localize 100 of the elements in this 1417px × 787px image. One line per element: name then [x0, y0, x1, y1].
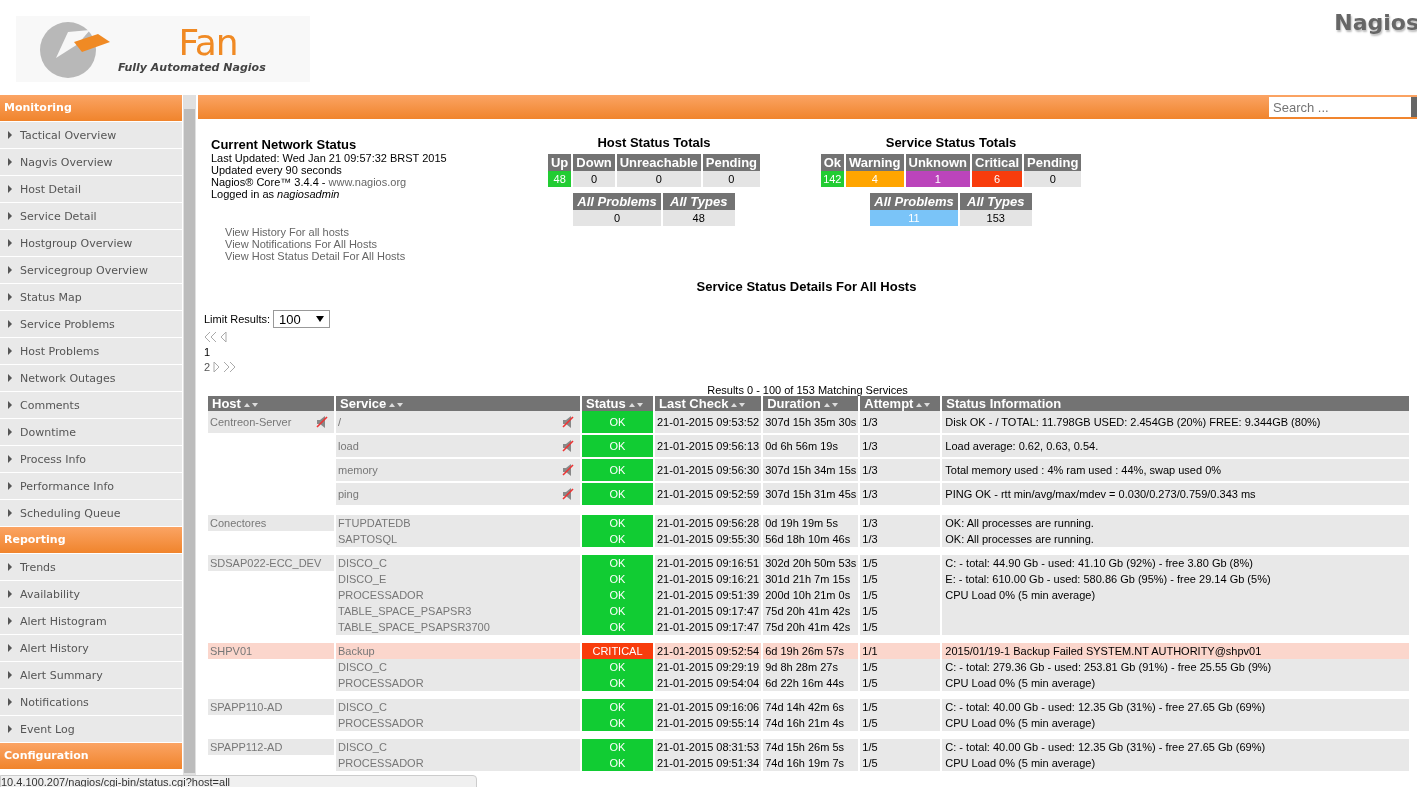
totals-count[interactable]: 153 [959, 210, 1032, 226]
sidebar-item[interactable]: Comments [0, 392, 182, 419]
sidebar-item[interactable]: Event Log [0, 716, 182, 743]
column-header[interactable]: Host [208, 396, 334, 411]
attempt-cell: 1/3 [860, 459, 941, 483]
search-field[interactable]: Search ... [1269, 97, 1417, 117]
totals-header[interactable]: All Types [662, 193, 735, 210]
sort-icon[interactable] [389, 402, 404, 408]
totals-header[interactable]: All Types [959, 193, 1032, 210]
status-info-text: CPU Load 0% (5 min average) [945, 757, 1096, 769]
sidebar-item[interactable]: Service Detail [0, 203, 182, 230]
totals-title: Host Status Totals [597, 135, 711, 150]
totals-count[interactable]: 48 [662, 210, 735, 226]
service-name[interactable]: DISCO_C [338, 741, 387, 753]
totals-header[interactable]: Ok [820, 154, 844, 171]
sidebar-item[interactable]: Tactical Overview [0, 122, 182, 149]
service-name[interactable]: Backup [338, 645, 375, 657]
sidebar-item[interactable]: Downtime [0, 419, 182, 446]
first-page-icon[interactable] [204, 331, 218, 343]
service-name[interactable]: DISCO_E [338, 573, 387, 585]
attempt-cell: 1/3 [860, 515, 941, 531]
sidebar-item[interactable]: Status Map [0, 284, 182, 311]
column-header[interactable]: Duration [763, 396, 859, 411]
totals-count[interactable]: 0 [702, 171, 761, 187]
sort-icon[interactable] [916, 402, 931, 408]
sidebar-item[interactable]: Host Problems [0, 338, 182, 365]
view-link[interactable]: View Notifications For All Hosts [225, 238, 531, 250]
totals-header[interactable]: All Problems [573, 193, 661, 210]
muted-speaker-icon [562, 463, 574, 477]
totals-header[interactable]: Critical [972, 154, 1023, 171]
totals-count[interactable]: 0 [616, 171, 701, 187]
status-info-text: OK: All processes are running. [945, 533, 1094, 545]
column-header[interactable]: Service [336, 396, 580, 411]
sidebar-item[interactable]: Alert History [0, 635, 182, 662]
column-header[interactable]: Status [582, 396, 653, 411]
totals-header[interactable]: Pending [1024, 154, 1082, 171]
muted-speaker-icon [562, 487, 574, 501]
last-check-cell: 21-01-2015 09:51:39 [655, 587, 762, 603]
column-header[interactable]: Last Check [655, 396, 762, 411]
totals-header[interactable]: Warning [846, 154, 904, 171]
sidebar-item[interactable]: Trends [0, 554, 182, 581]
attempt-cell: 1/5 [860, 571, 941, 587]
column-header[interactable]: Status Information [942, 396, 1409, 411]
totals-count[interactable]: 6 [972, 171, 1023, 187]
service-name[interactable]: SAPTOSQL [338, 533, 398, 545]
sidebar-item[interactable]: Hostgroup Overview [0, 230, 182, 257]
totals-header[interactable]: Up [547, 154, 572, 171]
sidebar-item[interactable]: Nagvis Overview [0, 149, 182, 176]
totals-count[interactable]: 0 [1024, 171, 1082, 187]
totals-header[interactable]: Unreachable [616, 154, 701, 171]
nagios-link[interactable]: www.nagios.org [328, 176, 407, 188]
status-info-text: C: - total: 40.00 Gb - used: 12.35 Gb (31%) - free 27.65 Gb (69%) [945, 741, 1266, 753]
muted-speaker-icon [562, 439, 574, 453]
totals-count[interactable]: 0 [573, 210, 661, 226]
sidebar-item[interactable]: Alert Summary [0, 662, 182, 689]
duration-cell: 0d 19h 19m 5s [763, 515, 859, 531]
sidebar-item[interactable]: Process Info [0, 446, 182, 473]
totals-header[interactable]: Pending [702, 154, 761, 171]
attempt-cell: 1/3 [860, 483, 941, 507]
sidebar-item[interactable]: Availability [0, 581, 182, 608]
duration-cell: 74d 16h 21m 4s [763, 715, 859, 731]
status-info-text: CPU Load 0% (5 min average) [945, 717, 1096, 729]
sort-icon[interactable] [823, 402, 838, 408]
duration-cell: 9d 8h 28m 27s [763, 659, 859, 675]
service-name[interactable]: DISCO_C [338, 701, 387, 713]
sort-icon[interactable] [628, 402, 643, 408]
service-name[interactable]: DISCO_C [338, 661, 387, 673]
service-name[interactable]: DISCO_C [338, 557, 387, 569]
sidebar-item[interactable]: Servicegroup Overview [0, 257, 182, 284]
sort-icon[interactable] [243, 402, 258, 408]
totals-header[interactable]: Unknown [905, 154, 970, 171]
totals-count[interactable]: 0 [573, 171, 615, 187]
status-cell: OK [582, 483, 653, 507]
sort-icon[interactable] [731, 402, 746, 408]
view-link[interactable]: View History For all hosts [225, 226, 531, 238]
duration-cell: 6d 22h 16m 44s [763, 675, 859, 691]
details-title: Service Status Details For All Hosts [695, 279, 918, 294]
last-check-cell: 21-01-2015 09:55:14 [655, 715, 762, 731]
sidebar-item[interactable]: Alert Histogram [0, 608, 182, 635]
last-check-cell: 21-01-2015 09:52:54 [655, 643, 762, 659]
sidebar-item[interactable]: Service Problems [0, 311, 182, 338]
totals-header[interactable]: All Problems [870, 193, 958, 210]
attempt-cell: 1/5 [860, 739, 941, 755]
sidebar-item[interactable]: Notifications [0, 689, 182, 716]
sidebar-item[interactable]: Host Detail [0, 176, 182, 203]
limit-select[interactable]: 100 [273, 310, 331, 328]
totals-count[interactable]: 1 [905, 171, 970, 187]
sidebar-item[interactable]: Network Outages [0, 365, 182, 392]
totals-header[interactable]: Down [573, 154, 615, 171]
page-number[interactable]: 1 [204, 344, 1409, 360]
view-link[interactable]: View Host Status Detail For All Hosts [225, 250, 531, 262]
page-link[interactable]: 2 [204, 361, 211, 373]
sidebar-item[interactable]: Performance Info [0, 473, 182, 500]
column-header[interactable]: Attempt [860, 396, 941, 411]
attempt-cell: 1/3 [860, 531, 941, 547]
next-page-icon[interactable] [212, 361, 221, 373]
last-check-cell: 21-01-2015 08:31:53 [655, 739, 762, 755]
last-page-icon[interactable] [222, 361, 237, 373]
sidebar-item[interactable]: Scheduling Queue [0, 500, 182, 527]
previous-page-icon[interactable] [220, 331, 228, 343]
